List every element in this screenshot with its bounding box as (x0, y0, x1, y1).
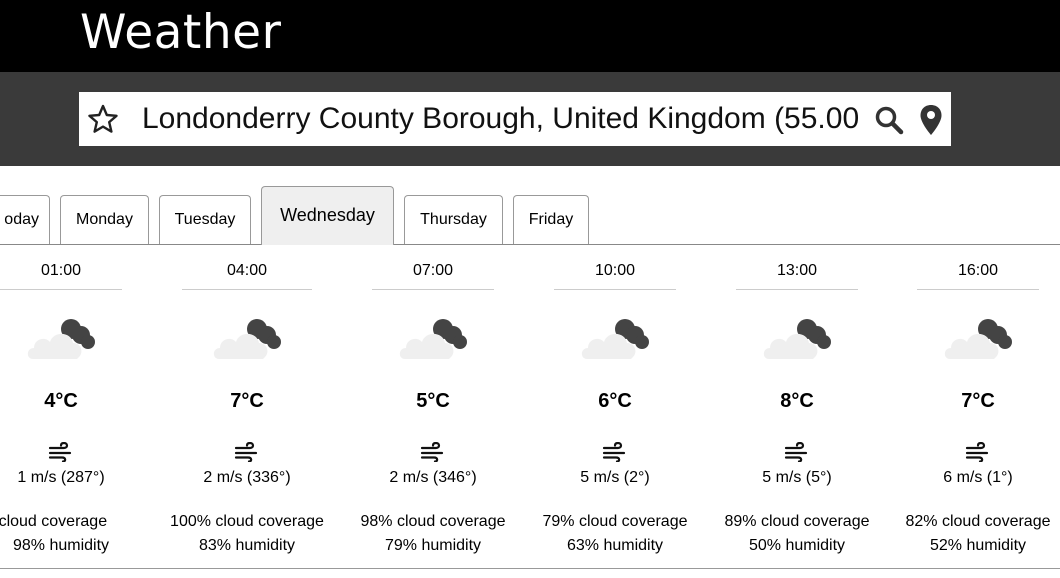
forecast-bottom-divider (0, 568, 1060, 569)
forecast-wind: 6 m/s (1°) (943, 469, 1013, 486)
forecast-humidity: 98% humidity (12, 537, 110, 554)
forecast-wind: 5 m/s (2°) (580, 469, 650, 486)
forecast-cloud-coverage: 98% cloud coverage (360, 513, 506, 530)
forecast-wind: 5 m/s (5°) (762, 469, 832, 486)
forecast-slot: 13:00 8°C 5 m/s (5°) 89% cloud coverage 50% … (707, 245, 887, 578)
app-header: Weather (0, 0, 1060, 72)
forecast-humidity: 50% humidity (748, 537, 846, 554)
tab-monday[interactable]: Monday (60, 195, 149, 244)
partly-cloudy-night-icon (27, 319, 95, 359)
partly-cloudy-night-icon (399, 319, 467, 359)
forecast-temperature: 4°C (44, 390, 78, 412)
forecast-slot: 10:00 6°C 5 m/s (2°) 79% cloud coverage 63% … (525, 245, 705, 578)
forecast-slot: 16:00 7°C 6 m/s (1°) 82% cloud coverage 52% … (888, 245, 1060, 578)
wind-icon (420, 442, 444, 462)
wind-icon (965, 442, 989, 462)
forecast-time: 07:00 (412, 262, 454, 279)
partly-cloudy-night-icon (763, 319, 831, 359)
forecast-humidity: 63% humidity (566, 537, 664, 554)
forecast-time: 13:00 (776, 262, 818, 279)
tab-tuesday[interactable]: Tuesday (159, 195, 251, 244)
forecast-humidity: 79% humidity (384, 537, 482, 554)
tab-today[interactable]: oday (0, 195, 50, 244)
tab-label: Wednesday (280, 205, 375, 225)
wind-icon (234, 442, 258, 462)
forecast-slot: 07:00 5°C 2 m/s (346°) 98% cloud coverage 79… (343, 245, 523, 578)
forecast-wind: 1 m/s (287°) (17, 469, 105, 486)
forecast-temperature: 7°C (961, 390, 995, 412)
forecast-humidity: 83% humidity (198, 537, 296, 554)
tab-friday[interactable]: Friday (513, 195, 589, 244)
forecast-temperature: 5°C (416, 390, 450, 412)
forecast-time: 01:00 (40, 262, 82, 279)
star-outline-icon[interactable] (87, 103, 119, 135)
forecast-time-divider (372, 289, 494, 290)
map-pin-icon[interactable] (919, 104, 943, 136)
forecast-slot: 01:00 4°C 1 m/s (287°) 9% cloud coverage 98%… (0, 245, 151, 578)
forecast-wind: 2 m/s (336°) (203, 469, 291, 486)
tab-label: Friday (528, 211, 574, 228)
forecast-cloud-coverage: 82% cloud coverage (905, 513, 1051, 530)
forecast-temperature: 8°C (780, 390, 814, 412)
forecast-temperature: 6°C (598, 390, 632, 412)
forecast-slot: 04:00 7°C 2 m/s (336°) 100% cloud coverage 8… (157, 245, 337, 578)
search-icon[interactable] (874, 105, 904, 135)
tab-label: oday (4, 211, 39, 228)
forecast-cloud-coverage: 79% cloud coverage (542, 513, 688, 530)
partly-cloudy-night-icon (944, 319, 1012, 359)
tab-thursday[interactable]: Thursday (404, 195, 503, 244)
forecast-time-divider (554, 289, 676, 290)
partly-cloudy-night-icon (213, 319, 281, 359)
location-search-input[interactable]: Londonderry County Borough, United Kingd… (142, 92, 932, 146)
tab-wednesday[interactable]: Wednesday (261, 186, 394, 245)
forecast-cloud-coverage: 89% cloud coverage (724, 513, 870, 530)
forecast-cloud-coverage: 9% cloud coverage (0, 513, 108, 530)
forecast-time: 10:00 (594, 262, 636, 279)
forecast-time-divider (0, 289, 122, 290)
tab-label: Monday (76, 211, 133, 228)
wind-icon (784, 442, 808, 462)
forecast-row: 01:00 4°C 1 m/s (287°) 9% cloud coverage 98%… (0, 245, 1060, 578)
search-bar-area: Londonderry County Borough, United Kingd… (0, 72, 1060, 166)
partly-cloudy-night-icon (581, 319, 649, 359)
wind-icon (48, 442, 72, 462)
forecast-time: 16:00 (957, 262, 999, 279)
forecast-time-divider (182, 289, 312, 290)
forecast-cloud-coverage: 100% cloud coverage (170, 513, 324, 530)
forecast-time: 04:00 (226, 262, 268, 279)
location-search-box: Londonderry County Borough, United Kingd… (79, 92, 951, 146)
forecast-wind: 2 m/s (346°) (389, 469, 477, 486)
forecast-temperature: 7°C (230, 390, 264, 412)
tab-label: Thursday (420, 211, 487, 228)
wind-icon (602, 442, 626, 462)
tab-label: Tuesday (174, 211, 236, 228)
forecast-time-divider (917, 289, 1039, 290)
app-title: Weather (80, 5, 282, 60)
forecast-time-divider (736, 289, 858, 290)
forecast-humidity: 52% humidity (929, 537, 1027, 554)
